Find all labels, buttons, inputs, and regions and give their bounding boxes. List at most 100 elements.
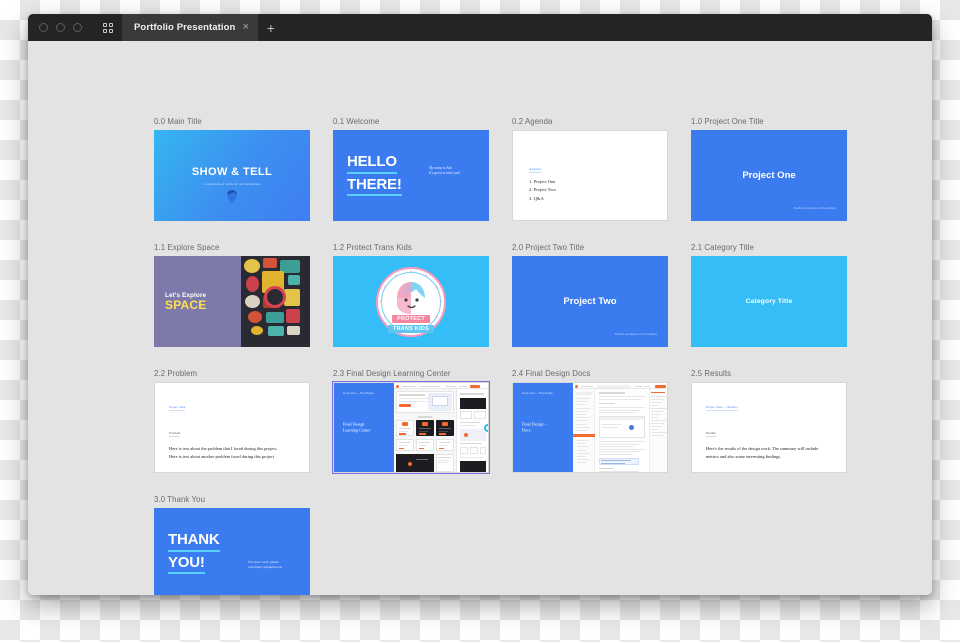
slide-grid: 0.0 Main Title SHOW & TELL a selection of … bbox=[154, 117, 866, 595]
mock-shape bbox=[420, 385, 441, 387]
slide-cell[interactable]: 1.1 Explore Space Let's Explore SPACE bbox=[154, 243, 310, 347]
mock-shape bbox=[651, 408, 667, 409]
mock-shape bbox=[576, 401, 589, 403]
mock-shape bbox=[399, 398, 432, 399]
slide-cell[interactable]: 2.1 Category Title Category Title bbox=[691, 243, 847, 347]
space-illustration-shape bbox=[251, 326, 264, 335]
slide-thumbnail[interactable]: Agenda 1. Project One 2. Project Two 3. Q&A bbox=[512, 130, 668, 221]
mock-shape bbox=[651, 426, 662, 427]
agenda-item: 1. Project One bbox=[529, 179, 556, 184]
space-illustration bbox=[241, 256, 310, 347]
mock-shape bbox=[432, 396, 449, 406]
mock-shape bbox=[651, 399, 665, 400]
mock-shape bbox=[599, 471, 640, 472]
close-window-button[interactable] bbox=[39, 23, 48, 32]
slide-thumbnail[interactable]: Let's Explore SPACE bbox=[154, 256, 310, 347]
resize-handle[interactable] bbox=[484, 423, 488, 432]
mock-shape bbox=[439, 447, 445, 449]
mock-shape bbox=[599, 443, 640, 445]
mock-shape bbox=[399, 447, 405, 449]
mock-shape bbox=[655, 384, 667, 388]
slide-caption: 2.3 Final Design Learning Center bbox=[333, 369, 451, 378]
slide-caption: 2.0 Project Two Title bbox=[512, 243, 585, 252]
headline-row: THANK bbox=[168, 531, 220, 554]
maximize-window-button[interactable] bbox=[73, 23, 82, 32]
mock-shape bbox=[474, 411, 487, 419]
mock-shape bbox=[635, 385, 643, 387]
mock-shape bbox=[460, 425, 477, 426]
slide-cell[interactable]: 0.2 Agenda Agenda 1. Project One 2. Project… bbox=[512, 117, 668, 221]
slide-caption: 0.1 Welcome bbox=[333, 117, 380, 126]
mock-shape bbox=[599, 448, 646, 450]
mock-shape bbox=[577, 452, 590, 454]
mock-shape bbox=[577, 456, 587, 457]
slide-cell[interactable]: 0.1 Welcome HELLO THERE! My name is Ash. It… bbox=[333, 117, 489, 221]
mock-shape bbox=[651, 423, 665, 424]
slide-title: Project Two bbox=[563, 296, 617, 307]
mock-shape bbox=[399, 442, 411, 443]
mock-shape bbox=[599, 454, 634, 455]
mock-shape bbox=[576, 423, 587, 425]
space-illustration-shape bbox=[244, 259, 261, 273]
slide-cell[interactable]: 2.2 Problem Project One Problem Here is tex… bbox=[154, 369, 310, 473]
slide-canvas[interactable]: 0.0 Main Title SHOW & TELL a selection of … bbox=[28, 41, 932, 595]
slide-cell[interactable]: 2.4 Final Design Docs Project One — Final… bbox=[512, 369, 668, 473]
heading-row: Results bbox=[706, 413, 832, 439]
close-tab-icon[interactable]: × bbox=[242, 22, 248, 33]
title-bar: Portfolio Presentation × + bbox=[28, 14, 932, 41]
mock-shape bbox=[576, 392, 593, 395]
headline-row: YOU! bbox=[168, 554, 220, 577]
mock-shape bbox=[644, 385, 651, 387]
slide-heading: Results bbox=[706, 431, 716, 437]
slide-caption: 1.2 Protect Trans Kids bbox=[333, 243, 412, 252]
slide-thumbnail[interactable]: Project One Problem Here is text about the… bbox=[154, 382, 310, 473]
slide-cell[interactable]: 1.0 Project One Title Project One Possible… bbox=[691, 117, 847, 221]
slide-cell[interactable]: 3.0 Thank You THANK YOU! For more work, ple… bbox=[154, 495, 310, 595]
headline-line2: SPACE bbox=[165, 297, 207, 312]
mock-shape bbox=[439, 433, 447, 435]
mock-shape bbox=[399, 428, 412, 429]
slide-cell[interactable]: 2.0 Project Two Title Project Two Possible… bbox=[512, 243, 668, 347]
mock-shape bbox=[599, 468, 614, 470]
slide-thumbnail[interactable]: PROTECT TRANS KIDS bbox=[333, 256, 489, 347]
grid-view-button[interactable] bbox=[94, 14, 122, 41]
slide-cell[interactable]: 0.0 Main Title SHOW & TELL a selection of … bbox=[154, 117, 310, 221]
mock-shape bbox=[600, 417, 645, 420]
space-illustration-core bbox=[264, 286, 287, 308]
mock-shape bbox=[599, 412, 638, 413]
slide-thumbnail[interactable]: THANK YOU! For more work, please visit htt… bbox=[154, 508, 310, 595]
slide-caption: 0.2 Agenda bbox=[512, 117, 553, 126]
slide-thumbnail[interactable]: Category Title bbox=[691, 256, 847, 347]
slide-kicker: Project One — Results bbox=[706, 405, 738, 411]
slide-thumbnail[interactable]: Project One — Final Design Final Design L… bbox=[332, 381, 490, 474]
headline-line2: THERE! bbox=[347, 176, 402, 197]
slide-thumbnail[interactable]: SHOW & TELL a selection of work by ash ki… bbox=[154, 130, 310, 221]
slide-thumbnail[interactable]: HELLO THERE! My name is Ash. It's great to… bbox=[333, 130, 489, 221]
slide-cell[interactable]: 2.5 Results Project One — Results Results H… bbox=[691, 369, 847, 473]
mock-shape bbox=[602, 424, 623, 425]
space-illustration-shape bbox=[284, 289, 301, 306]
mock-shape bbox=[446, 385, 457, 387]
slide-cell[interactable]: 1.2 Protect Trans Kids PROTECT TRANS KIDS bbox=[333, 243, 489, 347]
slide-kicker: Project One — Final Design bbox=[343, 392, 374, 395]
mock-shape bbox=[651, 417, 659, 418]
slide-thumbnail[interactable]: Project One — Final Design Final Design -… bbox=[512, 382, 668, 473]
badge-face-icon bbox=[393, 278, 429, 316]
mock-shape bbox=[399, 430, 409, 432]
slide-caption: 2.1 Category Title bbox=[691, 243, 754, 252]
mock-shape bbox=[599, 396, 646, 397]
slide-cell[interactable]: 2.3 Final Design Learning Center Project … bbox=[332, 369, 490, 474]
new-tab-button[interactable]: + bbox=[258, 14, 284, 41]
slide-thumbnail[interactable]: Project One — Results Results Here's the r… bbox=[691, 382, 847, 473]
space-illustration-shape bbox=[248, 311, 263, 323]
mock-shape bbox=[576, 404, 587, 406]
slide-thumbnail[interactable]: Project Two Possible explanation or title… bbox=[512, 256, 668, 347]
slide-thumbnail[interactable]: Project One Possible explanation or title… bbox=[691, 130, 847, 221]
badge-tag-trans-kids: TRANS KIDS bbox=[388, 324, 434, 333]
mock-shape bbox=[575, 384, 579, 388]
mock-shape bbox=[439, 430, 449, 432]
mock-shape bbox=[459, 385, 468, 387]
minimize-window-button[interactable] bbox=[56, 23, 65, 32]
tab-portfolio-presentation[interactable]: Portfolio Presentation × bbox=[122, 14, 258, 41]
mock-shape bbox=[599, 392, 626, 394]
